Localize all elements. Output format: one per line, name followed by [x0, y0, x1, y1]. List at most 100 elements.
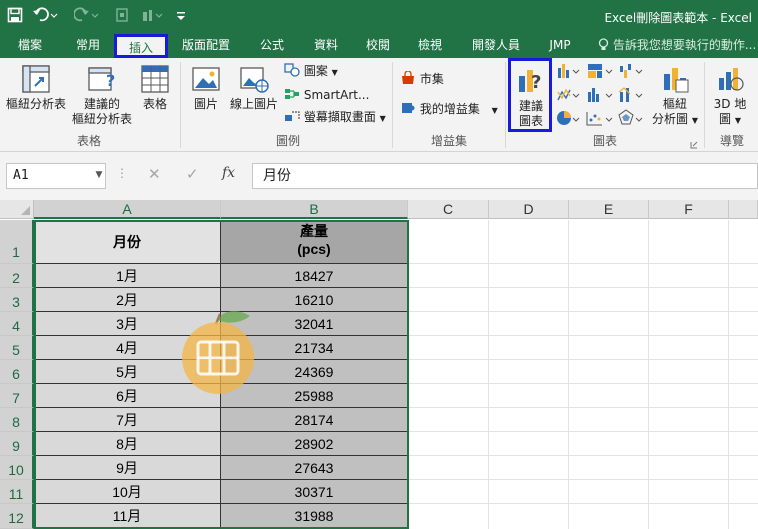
tab-formulas[interactable]: 公式	[250, 32, 294, 58]
format-painter-icon[interactable]	[114, 7, 132, 25]
3d-map-button[interactable]: 3D 地 圖 ▼	[708, 64, 752, 128]
tab-developer[interactable]: 開發人員	[464, 32, 528, 58]
cancel-icon[interactable]: ✕	[148, 165, 161, 183]
pivot-table-button[interactable]: 樞紐分析表	[4, 64, 68, 112]
recommended-pivot-label-1: 建議的	[83, 97, 120, 111]
worksheet-grid[interactable]: A B C D E F 1 2 3 4 5 6 7 8 9 10 11 12 月…	[0, 200, 758, 529]
row-header[interactable]: 10	[0, 456, 34, 480]
cell-a1[interactable]: 月份	[34, 220, 221, 264]
gridline	[408, 431, 758, 432]
month-cell[interactable]: 10月	[34, 480, 221, 504]
undo-icon[interactable]	[32, 7, 58, 25]
row-header[interactable]: 4	[0, 312, 34, 336]
row-header[interactable]: 1	[0, 220, 34, 264]
column-header-a[interactable]: A	[34, 200, 221, 219]
shapes-button[interactable]: 圖案 ▼	[284, 62, 338, 80]
row-header[interactable]: 12	[0, 504, 34, 529]
dropdown-arrow-icon: ▼	[734, 116, 741, 125]
online-pictures-label: 線上圖片	[229, 97, 278, 111]
smartart-button[interactable]: SmartArt...	[284, 86, 369, 104]
output-cell[interactable]: 28902	[221, 432, 408, 456]
row-header[interactable]: 6	[0, 360, 34, 384]
tab-review[interactable]: 校閱	[356, 32, 400, 58]
row-header[interactable]: 2	[0, 264, 34, 288]
month-cell[interactable]: 1月	[34, 264, 221, 288]
touch-mode-icon[interactable]	[138, 7, 164, 25]
orange-watermark-logo	[182, 311, 254, 394]
table-button[interactable]: 表格	[136, 64, 174, 112]
column-header-c[interactable]: C	[408, 200, 489, 219]
screenshot-button[interactable]: 螢幕擷取畫面 ▼	[284, 108, 386, 126]
output-cell[interactable]: 18427	[221, 264, 408, 288]
ribbon-tabs: 檔案 常用 插入 版面配置 公式 資料 校閱 檢視 開發人員 JMP 告訴我您想…	[0, 32, 758, 58]
pictures-label: 圖片	[193, 97, 218, 111]
cell-b1[interactable]: 產量 (pcs)	[221, 220, 408, 264]
pivot-chart-button[interactable]: 樞紐 分析圖 ▼	[650, 64, 700, 128]
insert-function-button[interactable]: fx	[222, 165, 235, 181]
charts-dialog-launcher-icon[interactable]	[690, 138, 698, 149]
formula-bar-grip-icon[interactable]: ⋮	[116, 166, 128, 180]
tab-view[interactable]: 檢視	[408, 32, 452, 58]
output-cell[interactable]: 31988	[221, 504, 408, 529]
row-header[interactable]: 8	[0, 408, 34, 432]
redo-icon[interactable]	[73, 7, 100, 25]
picture-icon	[192, 67, 220, 91]
row-header[interactable]: 11	[0, 480, 34, 504]
select-all-triangle-icon	[21, 206, 30, 215]
output-cell[interactable]: 28174	[221, 408, 408, 432]
column-header-g[interactable]	[729, 200, 758, 219]
tab-home[interactable]: 常用	[64, 32, 112, 58]
tab-data[interactable]: 資料	[304, 32, 348, 58]
month-cell[interactable]: 7月	[34, 408, 221, 432]
pie-chart-icon	[557, 111, 580, 125]
shapes-icon	[284, 63, 300, 77]
customize-qat-icon[interactable]	[172, 7, 190, 25]
screenshot-icon	[285, 111, 300, 121]
save-icon[interactable]	[6, 7, 24, 25]
row-header[interactable]: 3	[0, 288, 34, 312]
tab-file[interactable]: 檔案	[8, 32, 52, 58]
output-cell[interactable]: 27643	[221, 456, 408, 480]
month-cell[interactable]: 8月	[34, 432, 221, 456]
column-header-f[interactable]: F	[649, 200, 729, 219]
tell-me-box[interactable]: 告訴我您想要執行的動作...	[598, 32, 756, 58]
title-bar: Excel刪除圖表範本 - Excel	[0, 0, 758, 32]
output-cell[interactable]: 30371	[221, 480, 408, 504]
table-icon	[141, 65, 169, 93]
formula-bar: A1 ▼ ⋮ ✕ ✓ fx 月份	[0, 152, 758, 200]
store-button[interactable]: 市集	[400, 70, 444, 88]
formula-input[interactable]: 月份	[252, 163, 758, 189]
column-header-e[interactable]: E	[569, 200, 649, 219]
gridline	[568, 220, 569, 529]
pivot-chart-label-2: 分析圖	[652, 112, 689, 126]
ribbon-insert: 樞紐分析表 ? 建議的 樞紐分析表 表格 表格 圖片 線上圖片 圖案 ▼ Sma…	[0, 58, 758, 152]
month-cell[interactable]: 11月	[34, 504, 221, 529]
tab-page-layout[interactable]: 版面配置	[174, 32, 238, 58]
enter-check-icon[interactable]: ✓	[186, 165, 199, 183]
group-label-charts: 圖表	[592, 134, 617, 148]
tab-jmp[interactable]: JMP	[538, 32, 582, 58]
column-header-d[interactable]: D	[489, 200, 569, 219]
column-chart-icon	[558, 64, 580, 78]
row-header[interactable]: 9	[0, 432, 34, 456]
my-addins-label: 我的增益集	[419, 102, 480, 116]
row-header[interactable]: 5	[0, 336, 34, 360]
output-header-line-2: (pcs)	[297, 241, 331, 257]
recommended-pivot-button[interactable]: ? 建議的 樞紐分析表	[70, 64, 134, 127]
table-label: 表格	[142, 97, 167, 111]
group-label-tours: 導覽	[719, 134, 744, 148]
column-header-b[interactable]: B	[221, 200, 408, 219]
group-label-tables: 表格	[76, 134, 101, 148]
my-addins-button[interactable]: 我的增益集 ▼	[400, 100, 498, 118]
name-box[interactable]: A1	[6, 163, 106, 189]
row-header[interactable]: 7	[0, 384, 34, 408]
chart-type-gallery	[556, 62, 650, 130]
my-addins-icon	[402, 103, 415, 113]
pictures-button[interactable]: 圖片	[186, 64, 226, 112]
select-all-button[interactable]	[0, 200, 34, 219]
tab-insert[interactable]: 插入	[114, 34, 168, 58]
group-separator	[392, 62, 393, 148]
month-cell[interactable]: 9月	[34, 456, 221, 480]
online-pictures-button[interactable]: 線上圖片	[228, 64, 280, 112]
name-box-dropdown-icon[interactable]: ▼	[92, 163, 106, 189]
